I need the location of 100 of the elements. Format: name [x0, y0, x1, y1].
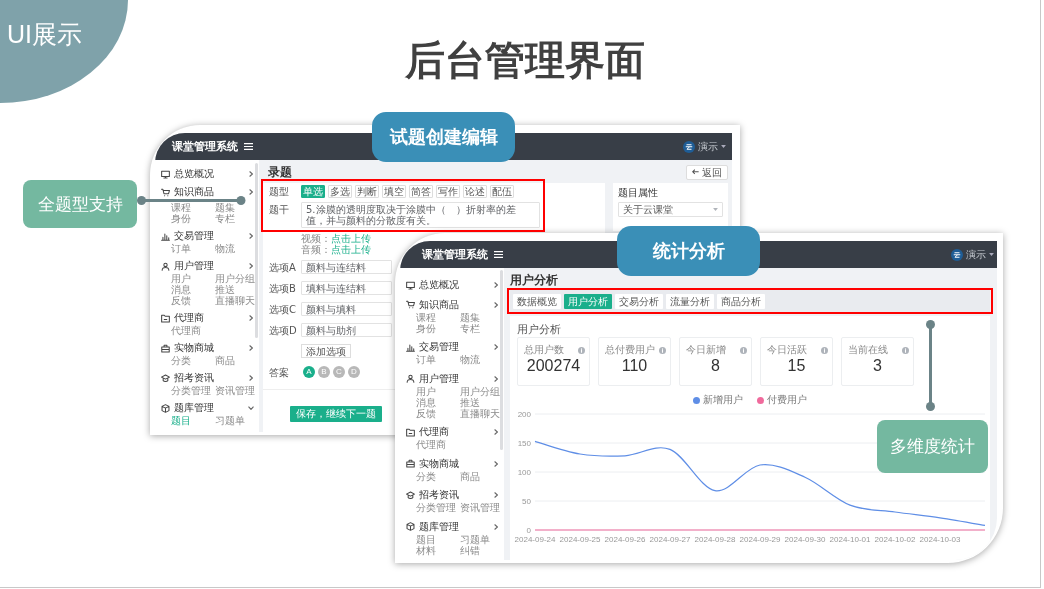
nav-subitem[interactable]: 消息	[171, 284, 191, 295]
nav-item[interactable]: 实物商城	[406, 457, 459, 470]
nav-subitem[interactable]: 题目	[171, 415, 191, 426]
option-field[interactable]: 颜料与填料	[301, 302, 392, 316]
option-field[interactable]: 填料与连结料	[301, 281, 392, 295]
nav-subitem[interactable]: 用户分组	[460, 385, 500, 397]
option-field[interactable]: 颜料与助剂	[301, 323, 392, 337]
nav-item[interactable]: 代理商	[161, 312, 204, 324]
menu-icon[interactable]	[244, 143, 253, 150]
nav-subitem[interactable]: 题集	[215, 202, 235, 213]
nav-item[interactable]: 用户管理	[161, 260, 214, 272]
nav-subitem[interactable]: 课程	[171, 202, 191, 213]
chevron-right-icon[interactable]	[494, 523, 498, 530]
nav-item[interactable]: 知识商品	[161, 186, 214, 198]
nav-item[interactable]: 交易管理	[161, 230, 214, 242]
question-type-tab[interactable]: 填空	[382, 185, 406, 198]
nav-subitem[interactable]: 专栏	[460, 322, 480, 334]
menu-icon[interactable]	[494, 251, 503, 258]
nav-subitem[interactable]: 身份	[416, 322, 436, 334]
nav-subitem[interactable]: 直播聊天	[215, 295, 255, 306]
tab[interactable]: 数据概览	[513, 293, 561, 309]
nav-subitem[interactable]: 题目	[416, 533, 436, 545]
user-menu[interactable]: 演示	[683, 140, 726, 153]
chevron-right-icon[interactable]	[249, 263, 253, 269]
question-type-tab[interactable]: 单选	[301, 185, 325, 198]
nav-item[interactable]: 招考资讯	[406, 489, 459, 501]
nav-subitem[interactable]: 身份	[171, 213, 191, 224]
nav-item[interactable]: 知识商品	[406, 298, 459, 311]
nav-item[interactable]: 招考资讯	[161, 372, 214, 384]
nav-subitem[interactable]: 订单	[171, 243, 191, 254]
user-menu[interactable]: 演示	[951, 248, 994, 261]
back-button[interactable]: 返回	[686, 164, 728, 180]
save-button[interactable]: 保存，继续下一题	[290, 405, 382, 422]
nav-subitem[interactable]: 订单	[416, 354, 436, 365]
nav-subitem[interactable]: 课程	[416, 311, 436, 323]
nav-subitem[interactable]: 用户	[171, 273, 191, 284]
legend-item[interactable]: 付费用户	[757, 394, 807, 406]
nav-subitem[interactable]: 习题单	[460, 533, 490, 545]
nav-item[interactable]: 题库管理	[406, 520, 459, 533]
question-type-tab[interactable]: 多选	[328, 185, 352, 198]
nav-subitem[interactable]: 习题单	[215, 415, 245, 426]
chevron-right-icon[interactable]	[494, 301, 498, 308]
chevron-right-icon[interactable]	[494, 460, 498, 467]
nav-subitem[interactable]: 推送	[460, 396, 480, 408]
tab[interactable]: 流量分析	[666, 293, 714, 309]
add-option-button[interactable]: 添加选项	[301, 344, 351, 358]
nav-subitem[interactable]: 物流	[460, 354, 480, 365]
tab[interactable]: 交易分析	[615, 293, 663, 309]
question-type-tab[interactable]: 论述	[463, 185, 487, 198]
answer-choice[interactable]: B	[318, 366, 330, 378]
nav-subitem[interactable]: 商品	[215, 355, 235, 366]
nav-item[interactable]: 交易管理	[406, 341, 459, 353]
nav-subitem[interactable]: 分类管理	[416, 502, 456, 513]
nav-item[interactable]: 用户管理	[406, 372, 459, 385]
tab[interactable]: 用户分析	[564, 293, 612, 309]
nav-subitem[interactable]: 物流	[215, 243, 235, 254]
tab[interactable]: 商品分析	[717, 293, 765, 309]
chevron-right-icon[interactable]	[494, 282, 498, 288]
category-select[interactable]: 关于云课堂	[618, 202, 723, 217]
nav-subitem[interactable]: 用户	[416, 385, 436, 397]
chevron-right-icon[interactable]	[249, 315, 253, 321]
nav-item[interactable]: 代理商	[406, 426, 449, 438]
nav-subitem[interactable]: 推送	[215, 284, 235, 295]
chevron-right-icon[interactable]	[494, 344, 498, 350]
chevron-right-icon[interactable]	[249, 233, 253, 239]
chevron-right-icon[interactable]	[494, 492, 498, 498]
nav-subitem[interactable]: 资讯管理	[215, 385, 255, 396]
chevron-right-icon[interactable]	[249, 171, 253, 177]
question-stem-field[interactable]: 5.涂膜的透明度取决于涂膜中（ ）折射率的差值，并与颜料的分散度有关。	[301, 202, 540, 228]
chevron-right-icon[interactable]	[249, 345, 253, 351]
question-type-tab[interactable]: 判断	[355, 185, 379, 198]
question-type-tab[interactable]: 配伍	[490, 185, 514, 198]
upload-link[interactable]: 点击上传	[331, 233, 371, 244]
nav-subitem[interactable]: 消息	[416, 396, 436, 408]
upload-link[interactable]: 点击上传	[331, 244, 371, 255]
chevron-down-icon[interactable]	[248, 406, 254, 410]
nav-subitem[interactable]: 直播聊天	[460, 407, 500, 419]
nav-item[interactable]: 实物商城	[161, 342, 214, 354]
chevron-right-icon[interactable]	[249, 189, 253, 195]
option-field[interactable]: 颜料与连结料	[301, 260, 392, 274]
nav-subitem[interactable]: 分类	[171, 355, 191, 366]
nav-subitem[interactable]: 资讯管理	[460, 502, 500, 513]
answer-choice[interactable]: A	[303, 366, 315, 378]
question-type-tab[interactable]: 简答	[409, 185, 433, 198]
nav-subitem[interactable]: 纠错	[460, 544, 480, 556]
nav-subitem[interactable]: 材料	[416, 544, 436, 556]
nav-item[interactable]: 题库管理	[161, 402, 214, 414]
question-type-tab[interactable]: 写作	[436, 185, 460, 198]
legend-item[interactable]: 新增用户	[693, 394, 743, 406]
nav-subitem[interactable]: 商品	[460, 470, 480, 482]
nav-subitem[interactable]: 反馈	[171, 295, 191, 306]
nav-subitem[interactable]: 用户分组	[215, 273, 255, 284]
nav-subitem[interactable]: 分类	[416, 470, 436, 482]
nav-subitem[interactable]: 专栏	[215, 213, 235, 224]
nav-subitem[interactable]: 分类管理	[171, 385, 211, 396]
nav-item[interactable]: 总览概况	[161, 168, 214, 180]
nav-subitem[interactable]: 题集	[460, 311, 480, 323]
chevron-right-icon[interactable]	[494, 429, 498, 435]
nav-subitem[interactable]: 反馈	[416, 407, 436, 419]
chevron-right-icon[interactable]	[249, 375, 253, 381]
